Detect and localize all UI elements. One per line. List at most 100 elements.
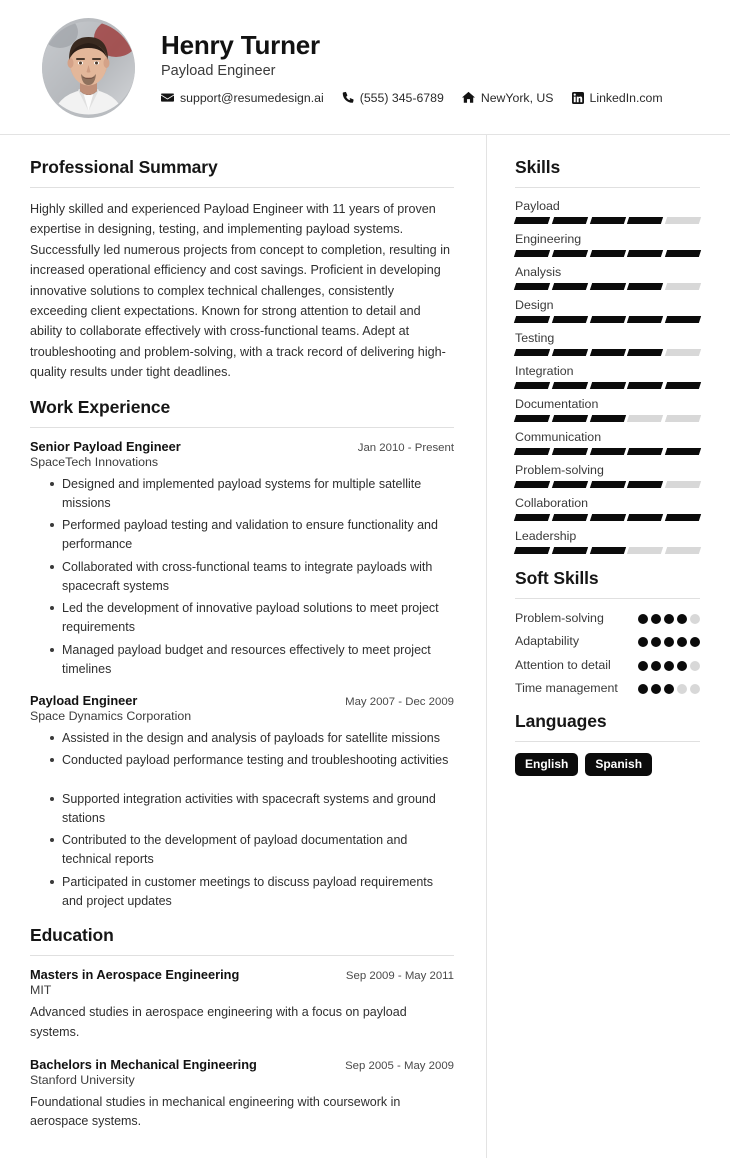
skill-segment <box>551 547 588 554</box>
skill-segment <box>589 448 626 455</box>
contact-location[interactable]: NewYork, US <box>461 90 554 105</box>
education-school: MIT <box>30 983 52 998</box>
contact-linkedin[interactable]: LinkedIn.com <box>571 90 663 105</box>
contact-phone[interactable]: (555) 345-6789 <box>342 91 444 105</box>
skill-segment <box>589 514 626 521</box>
list-item: Designed and implemented payload systems… <box>50 475 454 514</box>
skill-level-bar <box>513 316 702 323</box>
skill-segment <box>589 283 626 290</box>
phone-icon <box>342 91 354 104</box>
skill-label: Analysis <box>515 265 562 279</box>
skill-segment <box>665 382 702 389</box>
profile-photo-illustration <box>42 21 135 115</box>
resume-header: Henry Turner Payload Engineer support@re… <box>0 0 730 135</box>
skill-segment <box>589 217 626 224</box>
list-item: Conducted payload performance testing an… <box>50 751 454 770</box>
rating-dot <box>677 614 687 624</box>
skill-segment <box>627 514 664 521</box>
contact-linkedin-text: LinkedIn.com <box>589 90 663 105</box>
education-entry-header: Masters in Aerospace Engineering Sep 200… <box>30 967 454 982</box>
experience-role: Senior Payload Engineer <box>30 438 181 454</box>
education-school: Stanford University <box>30 1072 135 1087</box>
rating-dot <box>638 614 648 624</box>
avatar <box>42 18 135 118</box>
rating-dot <box>690 660 700 671</box>
rating-dot <box>677 637 687 648</box>
section-divider <box>515 187 700 188</box>
rating-dot <box>651 684 661 695</box>
rating-dot <box>638 637 648 648</box>
envelope-icon <box>161 91 174 104</box>
skill-segment <box>627 250 664 257</box>
skill-segment <box>589 349 626 356</box>
job-title: Payload Engineer <box>161 62 276 79</box>
experience-date: Jan 2010 - Present <box>357 441 454 454</box>
experience-entry: Senior Payload Engineer Jan 2010 - Prese… <box>30 439 454 680</box>
skill-segment <box>665 448 702 455</box>
main-column: Professional Summary Highly skilled and … <box>0 135 487 1158</box>
skill-segment <box>665 217 702 224</box>
skill-segment <box>551 316 588 323</box>
education-description: Foundational studies in mechanical engin… <box>30 1094 401 1129</box>
section-divider <box>515 740 700 742</box>
rating-dot <box>651 637 661 648</box>
skill-label: Problem-solving <box>515 463 604 477</box>
skill-level-bar <box>513 250 702 257</box>
skill-level-bar <box>513 481 702 488</box>
skill-label: Documentation <box>515 397 599 411</box>
section-title-summary: Professional Summary <box>30 157 218 177</box>
skill-row: Analysis <box>513 265 702 290</box>
education-entry-header: Bachelors in Mechanical Engineering Sep … <box>30 1057 454 1072</box>
list-item: Contributed to the development of payloa… <box>50 831 454 870</box>
page-title: Henry Turner <box>161 30 320 61</box>
skill-segment <box>627 547 664 554</box>
skill-segment <box>551 250 588 257</box>
skill-segment <box>551 481 588 488</box>
education-entry: Masters in Aerospace Engineering Sep 200… <box>30 967 454 1043</box>
rating-dot <box>677 684 687 695</box>
skill-segment <box>513 514 550 521</box>
skill-segment <box>589 415 626 422</box>
skill-label: Leadership <box>515 529 577 543</box>
education-degree: Masters in Aerospace Engineering <box>30 967 240 983</box>
skill-segment <box>665 316 702 323</box>
skill-segment <box>627 316 664 323</box>
rating-dot <box>638 660 648 671</box>
list-item: Supported integration activities with sp… <box>50 790 454 829</box>
list-item: Collaborated with cross-functional teams… <box>50 558 454 597</box>
skill-level-bar <box>513 349 702 356</box>
soft-skill-row: Problem-solving <box>515 610 700 626</box>
section-soft-skills: Soft Skills Problem-solving Adaptability A… <box>515 568 700 697</box>
skill-segment <box>665 481 702 488</box>
skill-segment <box>665 349 702 356</box>
skill-segment <box>665 547 702 554</box>
skill-row: Payload <box>513 199 702 224</box>
soft-skill-row: Time management <box>515 680 700 696</box>
section-divider <box>30 955 454 957</box>
skill-level-bar <box>513 217 702 224</box>
skill-level-bar <box>513 283 702 290</box>
skill-segment <box>589 316 626 323</box>
skill-segment <box>513 481 550 488</box>
contact-email[interactable]: support@resumedesign.ai <box>161 91 324 105</box>
skill-segment <box>551 349 588 356</box>
skill-segment <box>589 481 626 488</box>
soft-skill-row: Adaptability <box>515 633 700 649</box>
section-divider <box>30 426 454 428</box>
skill-segment <box>513 250 550 257</box>
rating-dot <box>690 637 700 648</box>
contact-location-text: NewYork, US <box>480 90 554 105</box>
experience-role: Payload Engineer <box>30 693 138 709</box>
list-item: Assisted in the design and analysis of p… <box>50 729 454 748</box>
skill-segment <box>513 415 550 422</box>
section-title-languages: Languages <box>515 710 607 731</box>
skill-segment <box>665 250 702 257</box>
education-entry: Bachelors in Mechanical Engineering Sep … <box>30 1057 454 1133</box>
skill-level-bar <box>513 547 702 554</box>
skill-row: Engineering <box>513 232 702 257</box>
skill-segment <box>551 415 588 422</box>
list-item: Led the development of innovative payloa… <box>50 599 454 638</box>
rating-dot <box>664 684 674 695</box>
skill-row: Leadership <box>513 529 702 554</box>
skill-level-bar <box>513 415 702 422</box>
